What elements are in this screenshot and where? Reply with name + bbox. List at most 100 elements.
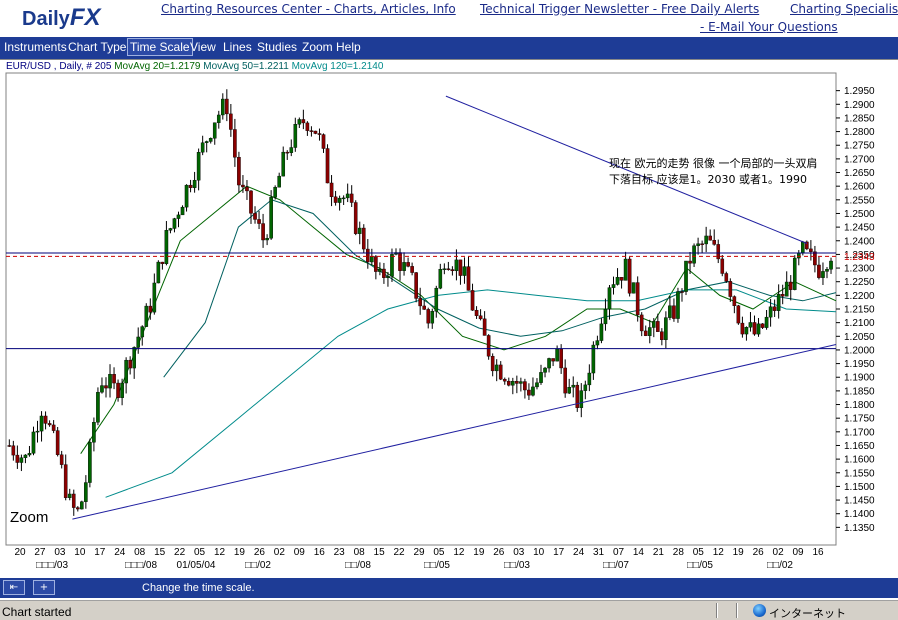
candle-body [325, 148, 330, 184]
zoom-label: Zoom [10, 509, 49, 526]
candle-body [398, 252, 402, 271]
candle-body [672, 305, 676, 319]
x-tick-label: 26 [493, 547, 505, 558]
candle-body [241, 184, 245, 188]
candle-body [156, 261, 161, 284]
menu-instruments[interactable]: Instruments [4, 40, 67, 54]
y-axis: 1.1350 1.1400 1.1450 1.1500 1.1550 1.1600 1.16… [836, 86, 875, 534]
candle-body [442, 268, 447, 270]
menu-chart-type[interactable]: Chart Type [68, 40, 126, 54]
candle-body [164, 230, 169, 264]
x-tick-label: 22 [393, 547, 405, 558]
app-window: DailyFX Charting Resources Center - Char… [0, 0, 898, 620]
candle-body [378, 268, 382, 272]
candle-body [716, 244, 721, 260]
candle-body [144, 305, 149, 327]
x-month-label: □□/03 [504, 560, 530, 571]
candle-body [740, 322, 745, 335]
scroll-left-button[interactable]: ⇤ [3, 580, 25, 595]
candle-body [321, 134, 326, 149]
x-tick-label: 24 [114, 547, 126, 558]
x-tick-label: 26 [254, 547, 266, 558]
link-email-questions[interactable]: - E-Mail Your Questions [700, 20, 838, 34]
candle-body [635, 282, 640, 316]
candle-body [615, 277, 620, 285]
candle-body [639, 314, 644, 332]
candle-body [374, 256, 378, 272]
candle-body [756, 323, 761, 335]
candle-body [736, 305, 741, 324]
candle-body [390, 254, 394, 277]
candle-body [555, 348, 559, 362]
y-tick-label: 1.2000 [844, 345, 875, 356]
candle-body [245, 186, 249, 192]
header-bar: DailyFX Charting Resources Center - Char… [0, 0, 898, 36]
candle-body [784, 281, 789, 297]
x-axis: 20 27 03 10 17 24 08 15 22 05 12 19 26 02 09 16 23 08 15 22… [14, 547, 824, 571]
candle-body [732, 296, 737, 306]
candle-body [357, 227, 362, 234]
price-chart[interactable]: 1.1350 1.1400 1.1450 1.1500 1.1550 1.1600 1.16… [0, 60, 898, 578]
y-tick-label: 1.2700 [844, 154, 875, 165]
candle-body [261, 223, 265, 241]
x-tick-label: 02 [274, 547, 286, 558]
dailyfx-logo[interactable]: DailyFX [22, 4, 100, 32]
chart-frame[interactable]: 1.1350 1.1400 1.1450 1.1500 1.1550 1.1600 1.16… [0, 59, 898, 577]
legend-ma120: MovAvg 120=1.2140 [291, 61, 384, 72]
status-separator [736, 603, 738, 618]
y-tick-label: 1.1650 [844, 441, 875, 452]
x-tick-label: 03 [54, 547, 66, 558]
menu-studies[interactable]: Studies [257, 40, 297, 54]
x-month-label: □□/05 [424, 560, 450, 571]
candle-body [619, 277, 624, 281]
candle-body [192, 179, 197, 188]
candle-body [611, 284, 616, 288]
x-tick-label: 10 [74, 547, 86, 558]
candle-body [39, 415, 44, 432]
menu-bar: Instruments Chart Type Time Scale View L… [0, 37, 898, 59]
candle-body [688, 260, 692, 264]
menu-help[interactable]: Help [336, 40, 361, 54]
candle-body [647, 327, 652, 336]
candle-body [160, 261, 165, 264]
candle-body [700, 243, 704, 245]
candle-body [490, 355, 495, 372]
candle-body [233, 129, 237, 158]
candle-body [438, 268, 443, 289]
candle-body [309, 130, 314, 132]
candle-body [7, 445, 12, 447]
y-tick-label: 1.2900 [844, 100, 875, 111]
candle-body [285, 151, 290, 154]
menu-zoom[interactable]: Zoom [302, 40, 333, 54]
candle-body [402, 262, 406, 271]
x-tick-label: 15 [374, 547, 386, 558]
y-tick-label: 1.2550 [844, 195, 875, 206]
y-tick-label: 1.1450 [844, 496, 875, 507]
menu-view[interactable]: View [190, 40, 216, 54]
candle-body [519, 381, 523, 384]
candle-body [668, 305, 672, 318]
candle-body [281, 151, 286, 177]
menu-time-scale[interactable]: Time Scale [127, 38, 193, 56]
y-tick-label: 1.2100 [844, 318, 875, 329]
x-month-label: □□□/08 [125, 560, 157, 571]
menu-lines[interactable]: Lines [223, 40, 252, 54]
link-charting-resources[interactable]: Charting Resources Center - Charts, Arti… [161, 2, 456, 16]
chart-annotation: 现在 欧元的走势 很像 一个局部的一头双肩 下落目标 应该是1。2030 或者1… [609, 157, 818, 186]
candle-body [265, 238, 269, 241]
candle-body [470, 290, 475, 311]
candle-body [361, 227, 366, 250]
candle-body [599, 323, 604, 341]
candle-body [293, 124, 298, 148]
link-charting-specialist[interactable]: Charting Specialist [790, 2, 898, 16]
candle-body [67, 493, 72, 498]
candle-body [75, 507, 80, 510]
chart-legend: EUR/USD , Daily, # 205 MovAvg 20=1.2179 … [6, 61, 383, 72]
link-technical-trigger[interactable]: Technical Trigger Newsletter - Free Dail… [480, 2, 759, 16]
security-zone-text: インターネット [769, 607, 846, 620]
y-tick-label: 1.1800 [844, 400, 875, 411]
candle-body [172, 218, 177, 229]
y-tick-label: 1.2400 [844, 236, 875, 247]
y-tick-label: 1.2800 [844, 127, 875, 138]
scroll-right-button[interactable]: + [33, 580, 55, 595]
